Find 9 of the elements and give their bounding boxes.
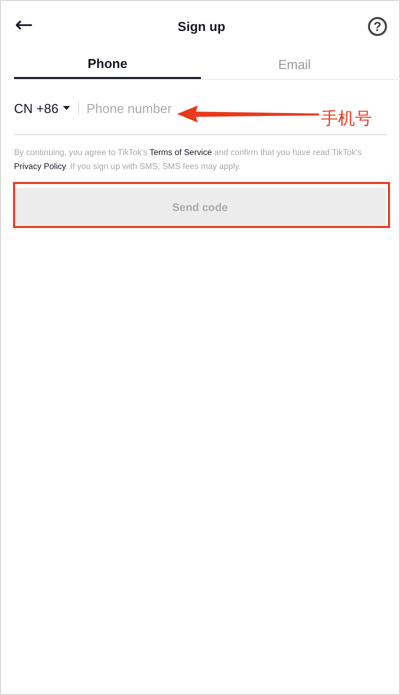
consent-text: By continuing, you agree to TikTok's Terms of Service and confirm that you have read TikTok's Privacy Policy. If you sign up with SMS, SMS fees may apply. (14, 146, 363, 173)
help-button[interactable]: ? (368, 16, 387, 36)
country-code-dropdown[interactable]: CN +86 (14, 100, 70, 116)
page-title: Sign up (178, 18, 226, 34)
tab[interactable]: Phone (14, 51, 201, 79)
back-button[interactable]: ← (13, 15, 35, 37)
privacy-link[interactable]: Privacy Policy (14, 161, 66, 171)
terms-link[interactable]: Terms of Service (150, 147, 212, 157)
annotation-label: 手机号 (321, 108, 372, 130)
